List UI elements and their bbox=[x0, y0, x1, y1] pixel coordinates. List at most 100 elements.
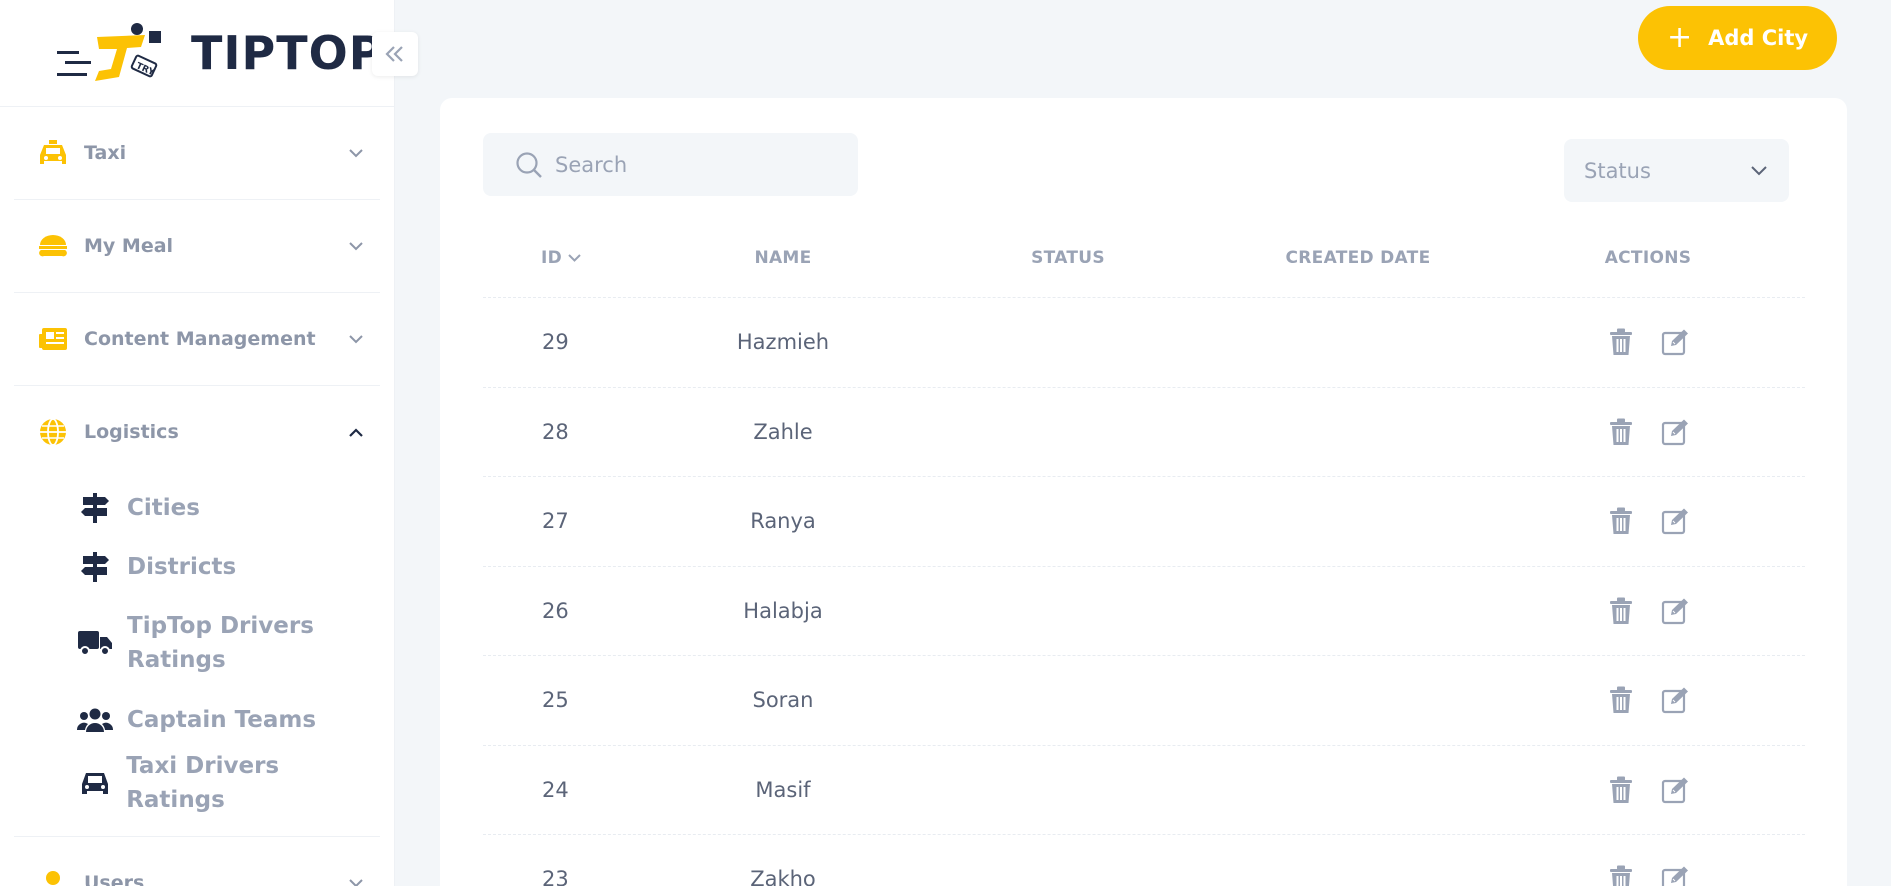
edit-icon bbox=[1661, 687, 1688, 714]
delete-button[interactable] bbox=[1605, 863, 1637, 886]
logo-wordmark: TIPTOP bbox=[191, 26, 384, 80]
chevron-down-icon bbox=[340, 230, 372, 262]
trash-icon bbox=[1610, 328, 1632, 356]
search-input[interactable] bbox=[555, 152, 835, 177]
sidebar-item-captain-teams[interactable]: Captain Teams bbox=[14, 690, 380, 750]
column-header-status[interactable]: STATUS bbox=[913, 248, 1223, 268]
edit-icon bbox=[1661, 598, 1688, 624]
logistics-submenu: Cities Districts TipTop Drivers Ratings bbox=[14, 478, 380, 836]
edit-icon bbox=[1661, 329, 1688, 356]
edit-icon bbox=[1661, 508, 1688, 535]
delete-button[interactable] bbox=[1605, 505, 1637, 537]
sidebar-item-label: Captain Teams bbox=[127, 707, 317, 733]
nav-group-label: Users bbox=[84, 872, 145, 886]
delete-button[interactable] bbox=[1605, 684, 1637, 716]
table-row: 26 Halabja bbox=[483, 567, 1805, 656]
signpost-icon bbox=[77, 490, 113, 526]
row-actions bbox=[1493, 774, 1803, 806]
nav-group-logistics-toggle[interactable]: Logistics bbox=[14, 386, 380, 478]
cities-card: Status ID NAME STATUS CREATED DATE ACTIO… bbox=[440, 98, 1847, 886]
add-city-label: Add City bbox=[1708, 26, 1809, 50]
column-header-label: ID bbox=[541, 247, 563, 268]
chevron-down-icon bbox=[340, 137, 372, 169]
table-header: ID NAME STATUS CREATED DATE ACTIONS bbox=[483, 218, 1805, 298]
delete-button[interactable] bbox=[1605, 595, 1637, 627]
chevron-down-icon bbox=[340, 323, 372, 355]
nav-group-label: My Meal bbox=[84, 235, 174, 257]
add-city-button[interactable]: + Add City bbox=[1638, 6, 1837, 70]
taxi-icon bbox=[38, 138, 68, 168]
city-name: Soran bbox=[752, 688, 814, 713]
delete-button[interactable] bbox=[1605, 774, 1637, 806]
chevron-down-icon bbox=[1751, 165, 1767, 176]
column-header-name[interactable]: NAME bbox=[653, 248, 913, 268]
chevron-up-icon bbox=[340, 416, 372, 448]
sidebar-item-districts[interactable]: Districts bbox=[14, 537, 380, 596]
city-name: Hazmieh bbox=[736, 330, 830, 355]
row-actions bbox=[1493, 684, 1803, 716]
search-icon bbox=[516, 151, 542, 178]
trash-icon bbox=[1610, 686, 1632, 714]
table-row: 29 Hazmieh bbox=[483, 298, 1805, 388]
nav-group-label: Content Management bbox=[84, 328, 316, 350]
city-name: Masif bbox=[755, 777, 811, 802]
city-id: 27 bbox=[542, 509, 569, 534]
edit-icon bbox=[1661, 419, 1688, 445]
nav-group-my-meal-toggle[interactable]: My Meal bbox=[14, 200, 380, 292]
edit-icon bbox=[1661, 866, 1688, 886]
edit-button[interactable] bbox=[1659, 774, 1691, 806]
user-icon bbox=[38, 868, 68, 886]
nav-group-taxi-toggle[interactable]: Taxi bbox=[14, 107, 380, 199]
edit-button[interactable] bbox=[1659, 326, 1691, 358]
delete-button[interactable] bbox=[1605, 326, 1637, 358]
edit-button[interactable] bbox=[1659, 595, 1691, 627]
city-id: 29 bbox=[542, 330, 569, 355]
delete-button[interactable] bbox=[1605, 416, 1637, 448]
sidebar-item-label: TipTop Drivers Ratings bbox=[127, 613, 314, 673]
search-box[interactable] bbox=[483, 133, 858, 196]
edit-icon bbox=[1661, 777, 1688, 803]
sort-down-icon bbox=[568, 253, 581, 262]
newspaper-icon bbox=[38, 324, 68, 354]
sidebar-collapse-button[interactable] bbox=[372, 32, 418, 76]
status-filter-select[interactable]: Status bbox=[1564, 139, 1789, 202]
nav-group-taxi: Taxi bbox=[14, 107, 380, 200]
city-id: 23 bbox=[542, 867, 569, 886]
sidebar-item-cities[interactable]: Cities bbox=[14, 478, 380, 537]
row-actions bbox=[1493, 505, 1803, 537]
sidebar-item-label: Cities bbox=[127, 494, 200, 521]
edit-button[interactable] bbox=[1659, 863, 1691, 886]
edit-button[interactable] bbox=[1659, 505, 1691, 537]
status-filter-label: Status bbox=[1584, 158, 1651, 183]
nav-group-label: Taxi bbox=[84, 142, 127, 164]
nav-group-users-toggle[interactable]: Users bbox=[14, 837, 380, 886]
truck-icon bbox=[77, 625, 113, 661]
sidebar-nav: Taxi My Meal Content Management Logistic… bbox=[14, 107, 380, 886]
edit-button[interactable] bbox=[1659, 416, 1691, 448]
table-row: 24 Masif bbox=[483, 746, 1805, 835]
edit-button[interactable] bbox=[1659, 684, 1691, 716]
row-actions bbox=[1493, 863, 1803, 886]
sidebar-item-label: Districts bbox=[127, 553, 237, 580]
trash-icon bbox=[1610, 865, 1632, 886]
column-header-actions: ACTIONS bbox=[1604, 247, 1692, 268]
tiptop-logo[interactable]: TRY TIPTOP bbox=[55, 22, 383, 84]
sidebar-item-tiptop-drivers-ratings[interactable]: TipTop Drivers Ratings bbox=[14, 596, 380, 690]
nav-group-label: Logistics bbox=[84, 421, 179, 443]
sidebar-item-taxi-drivers-ratings[interactable]: Taxi Drivers Ratings bbox=[14, 750, 380, 816]
table-body: 29 Hazmieh 28 Zahle 27 Ranya 26 Halabja … bbox=[483, 298, 1805, 886]
nav-group-content-management-toggle[interactable]: Content Management bbox=[14, 293, 380, 385]
city-name: Zahle bbox=[753, 419, 813, 444]
double-chevron-left-icon bbox=[385, 46, 403, 62]
nav-group-my-meal: My Meal bbox=[14, 200, 380, 293]
column-header-created-date[interactable]: CREATED DATE bbox=[1223, 248, 1493, 268]
column-header-id[interactable]: ID bbox=[483, 248, 653, 268]
trash-icon bbox=[1610, 507, 1632, 535]
city-name: Ranya bbox=[750, 509, 816, 534]
cities-table: ID NAME STATUS CREATED DATE ACTIONS 29 H… bbox=[483, 218, 1805, 886]
row-actions bbox=[1493, 326, 1803, 358]
delivery-runner-icon: TRY bbox=[57, 23, 161, 81]
city-id: 25 bbox=[542, 688, 569, 713]
globe-icon bbox=[38, 417, 68, 447]
car-icon bbox=[77, 765, 112, 801]
